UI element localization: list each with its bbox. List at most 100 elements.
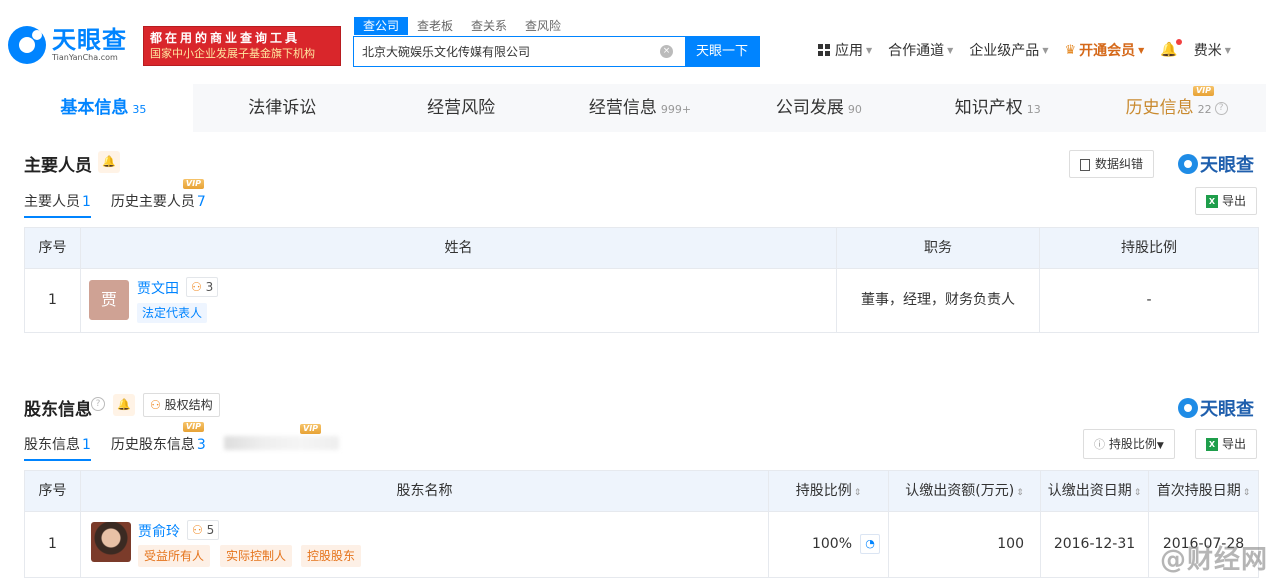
tab-label: 公司发展	[775, 98, 844, 118]
avatar	[91, 522, 131, 562]
nav-user[interactable]: 费米 ▼	[1194, 40, 1231, 60]
row-name-cell: 贾 贾文田 ⚇ 3 法定代表人	[81, 269, 837, 332]
ad-line-1: 都在用的商业查询工具	[150, 31, 301, 45]
tab-legal[interactable]: 法律诉讼	[193, 84, 372, 132]
table-row: 1 贾俞玲 ⚇ 5 受益所有人 实际控制人 控股股东 100% ◔ 100 20…	[25, 511, 1258, 577]
bell-icon: 🔔	[1160, 39, 1182, 58]
search-box: × 天眼一下	[353, 36, 760, 67]
crown-icon: ♛	[1064, 42, 1077, 58]
data-correction-button[interactable]: 数据纠错	[1069, 150, 1155, 178]
nav-apps[interactable]: 应用 ▼	[818, 40, 872, 60]
subtab-count: 3	[196, 437, 206, 453]
sort-icon: ⇕	[853, 488, 862, 498]
search-tab-risk[interactable]: 查风险	[516, 17, 570, 35]
subtab-personnel[interactable]: 主要人员 1	[24, 191, 91, 218]
tab-label: 历史信息	[1125, 98, 1194, 118]
org-chart-icon: ⚇	[150, 398, 161, 412]
personnel-table: 序号 姓名 职务 持股比例 1 贾 贾文田 ⚇ 3 法定代表人 董事，经理，财务…	[24, 227, 1259, 333]
tab-ip[interactable]: 知识产权 13	[908, 84, 1087, 132]
col-label: 首次持股日期	[1156, 483, 1241, 499]
nav-enterprise[interactable]: 企业级产品 ▼	[969, 40, 1048, 60]
nav-vip-label: 开通会员	[1079, 43, 1136, 59]
caret-down-icon: ▼	[1156, 441, 1164, 451]
col-share-ratio[interactable]: 持股比例 ⇕	[769, 471, 889, 511]
search-input[interactable]	[354, 37, 684, 66]
subtab-count: 1	[82, 437, 91, 453]
col-share: 持股比例	[1121, 240, 1177, 256]
col-subscribe-date[interactable]: 认缴出资日期 ⇕	[1041, 471, 1149, 511]
logo-eye-icon	[8, 26, 46, 64]
brand-eye-icon	[1178, 154, 1198, 174]
export-personnel-button[interactable]: X 导出	[1195, 187, 1258, 215]
row-share: -	[1146, 292, 1152, 308]
clear-icon[interactable]: ×	[660, 45, 673, 58]
col-shareholder-name: 股东名称	[81, 471, 769, 511]
tab-label: 法律诉讼	[248, 98, 317, 118]
nav-vip[interactable]: ♛ 开通会员 ▼	[1064, 40, 1144, 60]
pie-chart-icon[interactable]: ◔	[860, 534, 880, 554]
search-tab-company[interactable]: 查公司	[354, 17, 409, 35]
brand-text: 天眼查	[1200, 155, 1254, 176]
col-label: 认缴出资额(万元)	[905, 483, 1015, 499]
data-correction-label: 数据纠错	[1095, 157, 1144, 171]
subtab-shareholders[interactable]: 股东信息 1	[24, 434, 91, 461]
relation-count-tag[interactable]: ⚇ 5	[187, 520, 220, 540]
person-name-link[interactable]: 贾文田	[137, 278, 179, 298]
tab-development[interactable]: 公司发展 90	[729, 84, 908, 132]
tab-count: 22	[1197, 103, 1212, 116]
logo-domain: TianYanCha.com	[52, 53, 118, 62]
nav-apps-label: 应用	[835, 43, 863, 59]
watermark: @财经网	[1159, 545, 1268, 575]
chevron-down-icon: ▼	[866, 45, 873, 55]
subtab-count: 1	[82, 194, 91, 210]
nav-channel[interactable]: 合作通道 ▼	[888, 40, 953, 60]
export-label: 导出	[1222, 194, 1247, 208]
tab-operating-info[interactable]: 经营信息 999+	[551, 84, 730, 132]
share-ratio-filter[interactable]: ⓘ 持股比例▼	[1083, 429, 1175, 459]
help-icon[interactable]: ?	[91, 397, 105, 411]
site-logo[interactable]: 天眼查 TianYanCha.com	[8, 26, 127, 64]
brand-eye-icon	[1178, 398, 1198, 418]
search-button[interactable]: 天眼一下	[685, 37, 759, 66]
search-tab-relation[interactable]: 查关系	[462, 17, 516, 35]
subtab-history-shareholders[interactable]: 历史股东信息 3 VIP	[111, 422, 206, 461]
row-index: 1	[25, 512, 81, 577]
tab-count: 90	[847, 103, 862, 116]
logo-text: 天眼查	[52, 26, 127, 54]
subscribe-bell-icon[interactable]: 🔔	[113, 394, 135, 416]
export-shareholders-button[interactable]: X 导出	[1195, 429, 1258, 459]
section-title-shareholders: 股东信息	[24, 400, 92, 420]
tab-operating-risk[interactable]: 经营风险	[372, 84, 551, 132]
col-amount[interactable]: 认缴出资额(万元) ⇕	[889, 471, 1041, 511]
relation-tree-icon: ⚇	[192, 523, 203, 537]
col-label: 认缴出资日期	[1047, 483, 1132, 499]
avatar: 贾	[89, 280, 129, 320]
row-amount: 100	[889, 512, 1041, 577]
shareholder-name-link[interactable]: 贾俞玲	[138, 521, 180, 541]
tab-history[interactable]: 历史信息 22? VIP	[1087, 84, 1266, 132]
tab-count: 35	[132, 103, 147, 116]
share-ratio-value: 100%	[811, 536, 852, 552]
col-position: 职务	[837, 228, 1040, 268]
col-first-date[interactable]: 首次持股日期 ⇕	[1149, 471, 1258, 511]
shareholder-subtabs: 股东信息 1 历史股东信息 3 VIP	[24, 422, 226, 461]
ad-banner[interactable]: 都在用的商业查询工具 国家中小企业发展子基金旗下机构	[143, 26, 341, 66]
equity-structure-button[interactable]: ⚇ 股权结构	[143, 393, 220, 417]
apps-grid-icon	[818, 44, 830, 56]
col-name: 姓名	[81, 228, 837, 268]
vip-badge: VIP	[182, 179, 204, 189]
row-subscribe-date: 2016-12-31	[1041, 512, 1149, 577]
notification-dot	[1175, 39, 1182, 45]
document-icon	[1080, 158, 1090, 171]
subtab-count: 7	[196, 194, 206, 210]
tab-basic-info[interactable]: 基本信息 35	[14, 84, 193, 132]
nav-user-label: 费米	[1193, 43, 1222, 59]
search-tab-boss[interactable]: 查老板	[408, 17, 462, 35]
relation-count-tag[interactable]: ⚇ 3	[186, 277, 219, 297]
personnel-subtabs: 主要人员 1 历史主要人员 7 VIP	[24, 179, 226, 218]
subscribe-bell-icon[interactable]: 🔔	[98, 151, 120, 173]
nav-notifications[interactable]: 🔔	[1160, 39, 1182, 58]
help-icon[interactable]: ?	[1214, 101, 1228, 115]
subtab-history-personnel[interactable]: 历史主要人员 7 VIP	[111, 179, 206, 218]
relation-count: 3	[205, 280, 214, 294]
